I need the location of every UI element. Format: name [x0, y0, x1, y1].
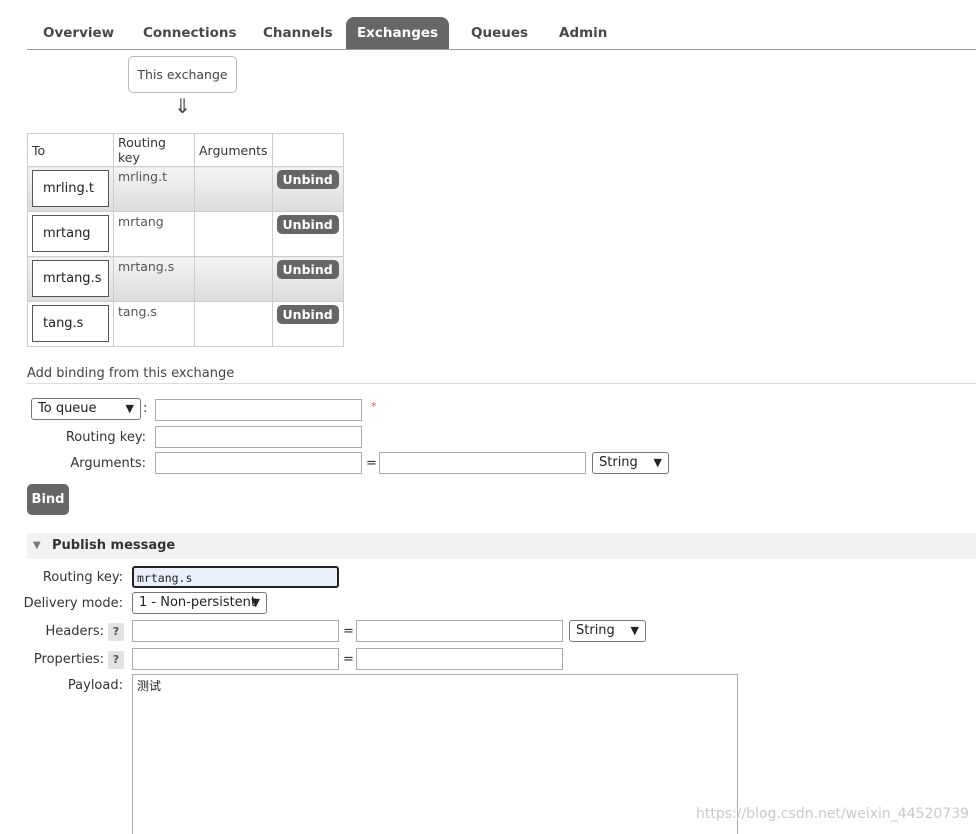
equals-sign: = — [343, 652, 354, 667]
delivery-mode-value: 1 - Non-persistent — [139, 595, 257, 610]
routing-key-cell: mrling.t — [113, 166, 195, 212]
equals-sign: = — [366, 456, 377, 471]
binding-argument-type-select[interactable]: String ▼ — [592, 452, 669, 474]
table-row: mrtang mrtang Unbind — [27, 211, 344, 257]
table-row: mrling.t mrling.t Unbind — [27, 166, 344, 212]
column-header-routing-key: Routing key — [113, 133, 195, 167]
binding-argument-key-input[interactable] — [155, 452, 362, 474]
queue-link[interactable]: mrtang — [32, 215, 109, 252]
binding-arguments-label: Arguments: — [70, 456, 146, 471]
headers-label: Headers: — [45, 624, 105, 639]
queue-link[interactable]: tang.s — [32, 305, 109, 342]
payload-label: Payload: — [67, 678, 123, 693]
publish-message-toggle[interactable]: ▼ Publish message — [27, 533, 976, 559]
header-key-input[interactable] — [132, 620, 339, 642]
tab-admin[interactable]: Admin — [543, 17, 623, 49]
queue-link[interactable]: mrtang.s — [32, 260, 109, 297]
chevron-down-icon: ▼ — [125, 402, 134, 415]
arguments-cell — [194, 301, 273, 347]
table-row: tang.s tang.s Unbind — [27, 301, 344, 347]
equals-sign: = — [343, 624, 354, 639]
header-type-select[interactable]: String ▼ — [569, 620, 646, 642]
column-header-to: To — [27, 133, 114, 167]
header-value-input[interactable] — [356, 620, 563, 642]
unbind-button[interactable]: Unbind — [276, 170, 339, 189]
table-row: mrtang.s mrtang.s Unbind — [27, 256, 344, 302]
main-nav: Overview Connections Channels Exchanges … — [27, 16, 976, 50]
this-exchange-node: This exchange — [128, 56, 237, 93]
destination-input[interactable] — [155, 399, 362, 421]
destination-type-select[interactable]: To queue ▼ — [31, 398, 141, 420]
properties-help-icon[interactable]: ? — [108, 651, 124, 669]
routing-key-cell: mrtang — [113, 211, 195, 257]
tab-channels[interactable]: Channels — [247, 17, 349, 49]
chevron-down-icon: ▼ — [251, 596, 260, 609]
arguments-cell — [194, 256, 273, 302]
triangle-down-icon: ▼ — [33, 540, 41, 551]
property-key-input[interactable] — [132, 648, 339, 670]
binding-argument-value-input[interactable] — [379, 452, 586, 474]
column-header-actions — [271, 133, 344, 167]
colon-separator: : — [143, 401, 148, 416]
properties-label: Properties: — [33, 652, 104, 667]
property-value-input[interactable] — [356, 648, 563, 670]
unbind-button[interactable]: Unbind — [276, 260, 339, 279]
column-header-arguments: Arguments — [194, 133, 273, 167]
unbind-button[interactable]: Unbind — [276, 215, 339, 234]
required-marker: * — [371, 400, 377, 413]
unbind-button[interactable]: Unbind — [276, 305, 339, 324]
delivery-mode-select[interactable]: 1 - Non-persistent ▼ — [132, 592, 267, 614]
payload-textarea[interactable]: 测试 — [132, 674, 738, 834]
queue-link[interactable]: mrling.t — [32, 170, 109, 207]
arguments-cell — [194, 211, 273, 257]
delivery-mode-label: Delivery mode: — [23, 596, 123, 611]
publish-message-title: Publish message — [52, 538, 176, 553]
routing-key-cell: tang.s — [113, 301, 195, 347]
publish-routing-key-input[interactable]: mrtang.s — [132, 566, 339, 588]
header-type-value: String — [576, 623, 615, 638]
binding-routing-key-label: Routing key: — [65, 430, 146, 445]
routing-key-cell: mrtang.s — [113, 256, 195, 302]
chevron-down-icon: ▼ — [653, 456, 662, 469]
binding-routing-key-input[interactable] — [155, 426, 362, 448]
chevron-down-icon: ▼ — [630, 624, 639, 637]
arguments-cell — [194, 166, 273, 212]
destination-type-value: To queue — [38, 401, 97, 416]
down-arrow-icon: ⇓ — [174, 94, 191, 118]
tab-queues[interactable]: Queues — [455, 17, 544, 49]
tab-overview[interactable]: Overview — [27, 17, 130, 49]
watermark: https://blog.csdn.net/weixin_44520739 — [696, 806, 970, 822]
publish-routing-key-label: Routing key: — [42, 570, 123, 585]
tab-connections[interactable]: Connections — [127, 17, 253, 49]
bindings-table: To Routing key Arguments mrling.t mrling… — [27, 133, 344, 347]
bind-button[interactable]: Bind — [27, 484, 69, 515]
headers-help-icon[interactable]: ? — [108, 623, 124, 641]
add-binding-title: Add binding from this exchange — [27, 366, 976, 384]
tab-exchanges[interactable]: Exchanges — [346, 17, 449, 49]
binding-argument-type-value: String — [599, 455, 638, 470]
